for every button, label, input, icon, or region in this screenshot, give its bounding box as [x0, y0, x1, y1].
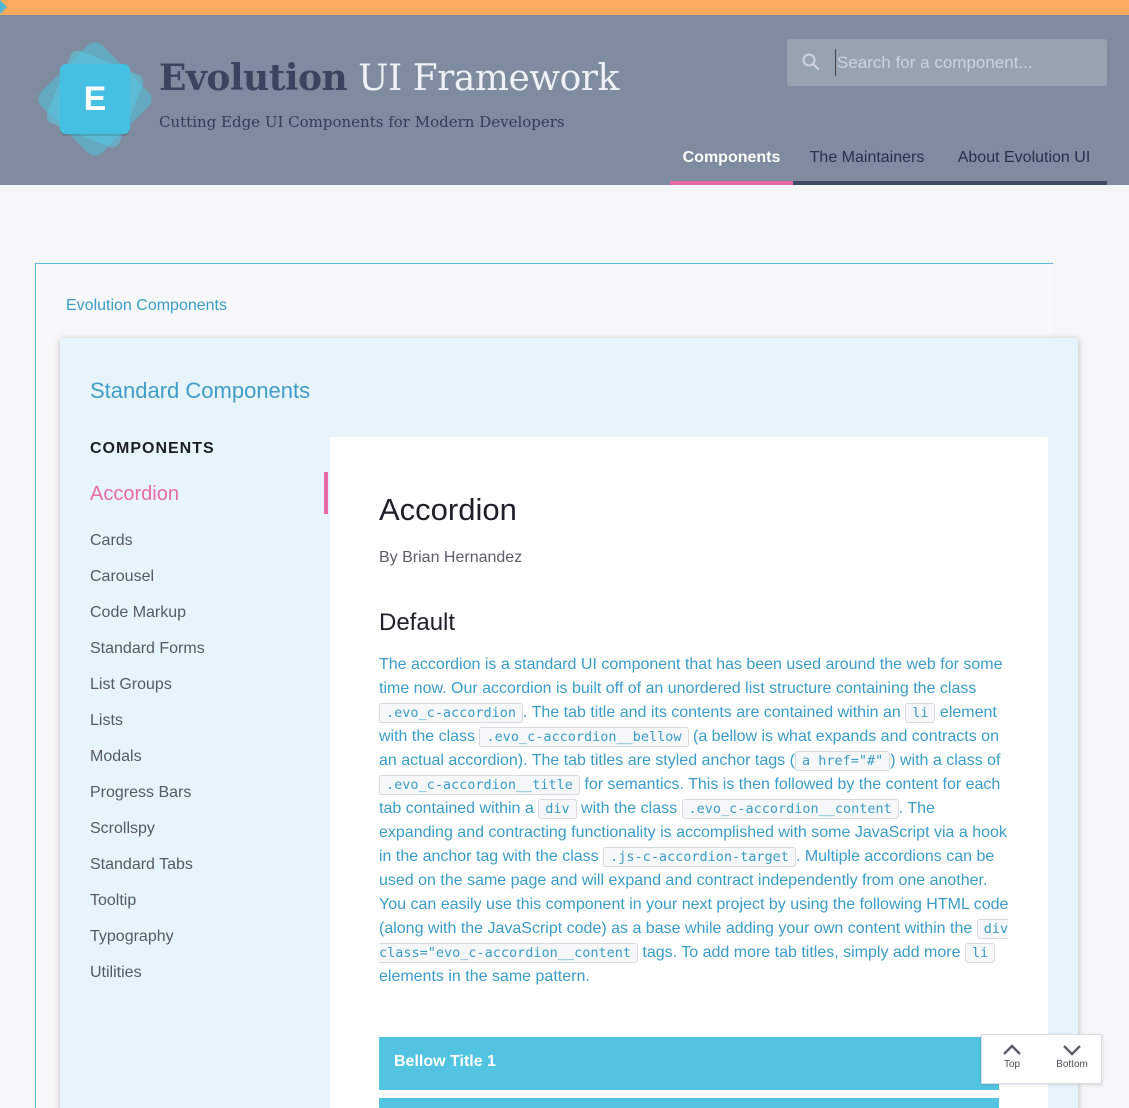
- chevron-up-icon: [1003, 1044, 1021, 1055]
- section-title: Standard Components: [90, 378, 311, 403]
- site-title[interactable]: Evolution UI Framework: [159, 57, 619, 99]
- sidebar-item-utilities[interactable]: Utilities: [90, 955, 330, 991]
- sidebar-item-typography[interactable]: Typography: [90, 919, 330, 955]
- section-subtitle: Default: [379, 609, 456, 636]
- code-snippet: li: [964, 943, 996, 963]
- scroll-top-button[interactable]: Top: [982, 1035, 1042, 1085]
- desc-text: with the class: [576, 800, 682, 817]
- sidebar-heading: COMPONENTS: [90, 440, 215, 457]
- desc-text: . The tab title and its contents are con…: [523, 704, 906, 721]
- site-tagline: Cutting Edge UI Components for Modern De…: [159, 113, 565, 131]
- site-header: E Evolution UI Framework Cutting Edge UI…: [0, 15, 1129, 185]
- code-snippet: .evo_c-accordion__content: [681, 799, 899, 819]
- desc-text: elements in the same pattern.: [379, 968, 590, 985]
- logo-tile: E: [60, 64, 130, 134]
- desc-text: ) with a class of: [890, 752, 1001, 769]
- sidebar-item-standard-tabs[interactable]: Standard Tabs: [90, 847, 330, 883]
- sidebar-item-progress-bars[interactable]: Progress Bars: [90, 775, 330, 811]
- sidebar-item-accordion[interactable]: Accordion: [90, 473, 330, 523]
- search-box[interactable]: [787, 39, 1107, 86]
- scroll-bottom-button[interactable]: Bottom: [1042, 1035, 1102, 1085]
- sidebar-item-carousel[interactable]: Carousel: [90, 559, 330, 595]
- accordion-bellow-1[interactable]: Bellow Title 1: [379, 1037, 999, 1090]
- sidebar-item-standard-forms[interactable]: Standard Forms: [90, 631, 330, 667]
- sidebar-item-list-groups[interactable]: List Groups: [90, 667, 330, 703]
- sidebar-item-code-markup[interactable]: Code Markup: [90, 595, 330, 631]
- scroll-widget: Top Bottom: [981, 1034, 1102, 1084]
- code-snippet: .js-c-accordion-target: [603, 847, 796, 867]
- desc-text: tags. To add more tab titles, simply add…: [637, 944, 965, 961]
- author-byline: By Brian Hernandez: [379, 549, 523, 566]
- bellow-title: Bellow Title 1: [394, 1053, 496, 1070]
- main-nav: Components The Maintainers About Evoluti…: [670, 143, 1107, 185]
- sidebar-item-lists[interactable]: Lists: [90, 703, 330, 739]
- sidebar-item-cards[interactable]: Cards: [90, 523, 330, 559]
- scroll-bottom-label: Bottom: [1056, 1059, 1088, 1070]
- accordion-bellow-2[interactable]: [379, 1098, 999, 1108]
- sidebar-list: Accordion Cards Carousel Code Markup Sta…: [90, 473, 330, 991]
- site-title-part1: Evolution: [159, 57, 348, 99]
- code-snippet: div: [538, 799, 577, 819]
- standard-components-panel: Standard Components COMPONENTS Accordion…: [60, 338, 1078, 1108]
- nav-components[interactable]: Components: [670, 143, 793, 185]
- code-snippet: a href="#": [794, 751, 891, 771]
- sidebar-item-tooltip[interactable]: Tooltip: [90, 883, 330, 919]
- sidebar-item-modals[interactable]: Modals: [90, 739, 330, 775]
- logo-letter: E: [83, 80, 107, 118]
- logo[interactable]: E: [34, 38, 156, 160]
- search-icon: [802, 53, 820, 71]
- scroll-top-label: Top: [1003, 1059, 1021, 1070]
- search-input[interactable]: [835, 49, 1095, 76]
- top-accent-stripe: [0, 0, 1129, 15]
- code-snippet: .evo_c-accordion__title: [379, 775, 580, 795]
- accordion-description: The accordion is a standard UI component…: [379, 653, 1009, 989]
- site-title-part2: UI Framework: [358, 58, 619, 99]
- code-snippet: .evo_c-accordion__bellow: [479, 727, 689, 747]
- stripe-notch: [0, 0, 7, 14]
- page-title: Accordion: [379, 492, 517, 527]
- code-snippet: li: [905, 703, 936, 723]
- desc-text: The accordion is a standard UI component…: [379, 656, 1003, 697]
- sidebar-item-scrollspy[interactable]: Scrollspy: [90, 811, 330, 847]
- nav-about[interactable]: About Evolution UI: [941, 143, 1107, 185]
- breadcrumb[interactable]: Evolution Components: [66, 297, 227, 315]
- nav-maintainers[interactable]: The Maintainers: [793, 143, 941, 185]
- content-card: Accordion By Brian Hernandez Default The…: [330, 437, 1048, 1108]
- code-snippet: .evo_c-accordion: [379, 703, 524, 723]
- chevron-down-icon: [1063, 1045, 1081, 1056]
